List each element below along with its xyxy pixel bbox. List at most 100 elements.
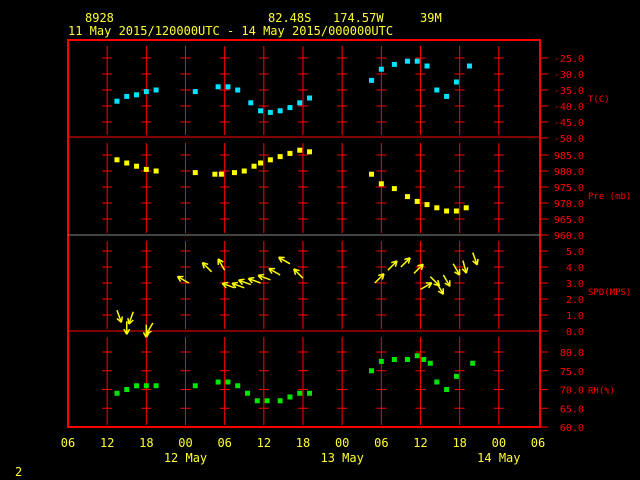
data-point: [134, 92, 140, 98]
data-point: [225, 379, 231, 385]
data-point: [369, 171, 375, 177]
data-point: [424, 63, 430, 69]
wind-vector: [472, 252, 479, 266]
data-point: [264, 398, 270, 404]
data-point: [215, 379, 221, 385]
data-point: [391, 186, 397, 192]
wind-vector: [278, 256, 291, 265]
x-date-label: 13 May: [320, 451, 363, 465]
y-axis-label: T(C): [588, 95, 610, 105]
data-point: [134, 163, 140, 169]
y-tick-label: 75.0: [560, 367, 584, 378]
data-point: [114, 157, 120, 163]
data-point: [414, 353, 420, 359]
y-tick-label: 3.0: [566, 279, 584, 290]
y-tick-label: 965.0: [554, 215, 584, 226]
wind-vector: [400, 257, 411, 268]
data-point: [245, 390, 251, 396]
y-tick-label: -45.0: [554, 118, 584, 129]
data-point: [297, 100, 303, 106]
data-point: [378, 66, 384, 72]
data-point: [427, 360, 433, 366]
data-point: [434, 379, 440, 385]
x-date-label: 14 May: [477, 451, 520, 465]
data-point: [277, 398, 283, 404]
y-tick-label: 65.0: [560, 404, 584, 415]
wind-vector-head: [258, 273, 265, 277]
data-point: [378, 358, 384, 364]
data-point: [424, 202, 430, 208]
wind-vector-head: [127, 317, 130, 325]
data-point: [235, 383, 241, 389]
x-tick-label: 18: [296, 436, 310, 450]
wind-vector: [145, 322, 154, 335]
data-point: [277, 108, 283, 114]
y-tick-label: 985.0: [554, 151, 584, 162]
data-point: [241, 168, 247, 174]
data-point: [287, 394, 293, 400]
wind-vector: [452, 263, 461, 276]
data-point: [453, 373, 459, 379]
data-point: [218, 171, 224, 177]
data-point: [235, 87, 241, 93]
data-point: [287, 150, 293, 156]
data-point: [143, 166, 149, 172]
y-axis-label: SPD(MPS): [588, 288, 631, 298]
data-point: [378, 181, 384, 187]
wind-vector: [176, 275, 190, 284]
y-tick-label: -35.0: [554, 86, 584, 97]
wind-vector: [374, 273, 385, 284]
data-point: [297, 390, 303, 396]
data-point: [421, 357, 427, 362]
x-tick-label: 18: [452, 436, 466, 450]
data-point: [124, 387, 130, 392]
x-date-label: 12 May: [164, 451, 207, 465]
y-tick-label: -50.0: [554, 134, 584, 145]
data-point: [391, 61, 397, 67]
data-point: [414, 198, 420, 204]
wind-vector-head: [476, 258, 479, 265]
y-tick-label: -25.0: [554, 54, 584, 65]
data-point: [192, 89, 198, 95]
wind-vector: [420, 282, 433, 291]
wind-vector: [217, 258, 226, 271]
y-tick-label: 4.0: [566, 263, 584, 274]
y-tick-label: 970.0: [554, 199, 584, 210]
x-tick-label: 00: [492, 436, 506, 450]
y-tick-label: 2.0: [566, 295, 584, 306]
y-tick-label: 60.0: [560, 423, 584, 434]
data-point: [369, 77, 375, 83]
data-point: [453, 208, 459, 214]
y-tick-label: 1.0: [566, 311, 584, 322]
data-point: [267, 157, 273, 163]
data-point: [391, 357, 397, 362]
data-point: [444, 387, 450, 392]
data-point: [307, 149, 313, 155]
data-point: [297, 147, 303, 153]
y-tick-label: 70.0: [560, 386, 584, 397]
x-tick-label: 06: [61, 436, 75, 450]
data-point: [231, 170, 237, 176]
y-axis-label: Pre (mb): [588, 192, 631, 202]
wind-vector: [127, 311, 134, 325]
y-tick-label: 5.0: [566, 247, 584, 258]
data-point: [212, 171, 218, 177]
data-point: [404, 357, 410, 362]
data-point: [463, 205, 469, 211]
wind-vector-head: [231, 281, 239, 285]
data-point: [307, 390, 313, 396]
data-point: [369, 368, 375, 374]
y-tick-label: -30.0: [554, 70, 584, 81]
data-point: [143, 383, 149, 389]
wind-vector: [413, 263, 424, 274]
data-point: [444, 93, 450, 99]
data-point: [307, 95, 313, 101]
data-point: [404, 194, 410, 200]
x-tick-label: 18: [139, 436, 153, 450]
data-point: [444, 208, 450, 214]
data-point: [258, 108, 264, 114]
y-tick-label: 0.0: [566, 327, 584, 338]
data-point: [124, 160, 130, 166]
y-axis-label: RH(%): [588, 387, 615, 397]
x-tick-label: 12: [100, 436, 114, 450]
